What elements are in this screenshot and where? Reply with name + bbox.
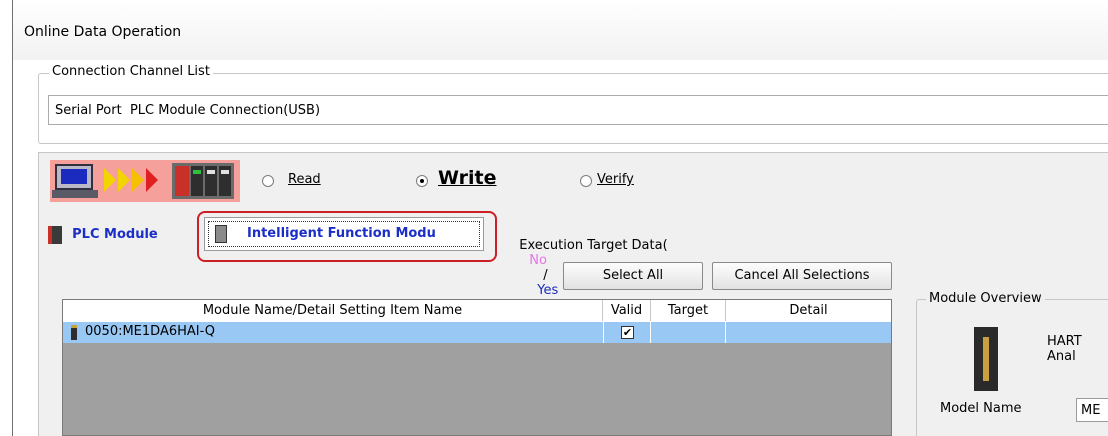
- target-cell: [651, 322, 726, 343]
- module-icon: [71, 325, 77, 340]
- module-name-cell: 0050:ME1DA6HAI-Q: [85, 324, 216, 339]
- cancel-all-selections-button[interactable]: Cancel All Selections: [712, 262, 892, 290]
- module-table: Module Name/Detail Setting Item Name Val…: [62, 299, 892, 436]
- verify-label: Verify: [597, 172, 634, 187]
- model-name-field[interactable]: ME: [1076, 398, 1108, 422]
- col-header-target[interactable]: Target: [651, 300, 726, 321]
- tab-plc-module[interactable]: PLC Module: [48, 222, 158, 248]
- model-name-label: Model Name: [940, 401, 1022, 416]
- valid-cell: ✔: [603, 322, 651, 343]
- plc-module-icon: [48, 225, 62, 244]
- write-label: Write: [438, 167, 496, 189]
- tab-plc-module-label: PLC Module: [72, 227, 158, 242]
- module-overview-label: Module Overview: [926, 291, 1045, 306]
- cancel-all-label: Cancel All Selections: [734, 268, 870, 283]
- exec-no: No: [529, 253, 547, 268]
- col-header-valid[interactable]: Valid: [603, 300, 651, 321]
- detail-cell: [726, 322, 891, 343]
- valid-checkbox[interactable]: ✔: [621, 326, 634, 339]
- read-label: Read: [288, 172, 321, 187]
- plc-write-icon: [50, 160, 240, 202]
- read-label-text: Read: [288, 172, 321, 187]
- window-title: Online Data Operation: [24, 24, 182, 40]
- col-header-detail[interactable]: Detail: [726, 300, 891, 321]
- exec-yes: Yes: [537, 283, 559, 298]
- col-header-name[interactable]: Module Name/Detail Setting Item Name: [63, 300, 603, 321]
- module-overview-icon: [974, 327, 998, 391]
- exec-prefix: Execution Target Data(: [519, 238, 668, 253]
- connection-group-label: Connection Channel List: [49, 64, 213, 79]
- write-radio[interactable]: [416, 175, 428, 187]
- exec-slash: /: [543, 268, 548, 283]
- module-overview-icon-highlight: [983, 337, 989, 381]
- select-all-label: Select All: [602, 268, 664, 283]
- verify-radio[interactable]: [580, 175, 592, 187]
- highlight-annotation: [197, 211, 497, 262]
- verify-label-text: Verify: [597, 172, 634, 187]
- select-all-button[interactable]: Select All: [563, 262, 703, 290]
- read-radio[interactable]: [262, 175, 274, 187]
- connection-channel-field[interactable]: Serial Port PLC Module Connection(USB): [48, 95, 1108, 125]
- table-row[interactable]: 0050:ME1DA6HAI-Q ✔: [63, 322, 891, 343]
- table-header: Module Name/Detail Setting Item Name Val…: [63, 300, 891, 323]
- module-description: HART Anal: [1047, 334, 1082, 364]
- write-label-text: Write: [438, 167, 497, 189]
